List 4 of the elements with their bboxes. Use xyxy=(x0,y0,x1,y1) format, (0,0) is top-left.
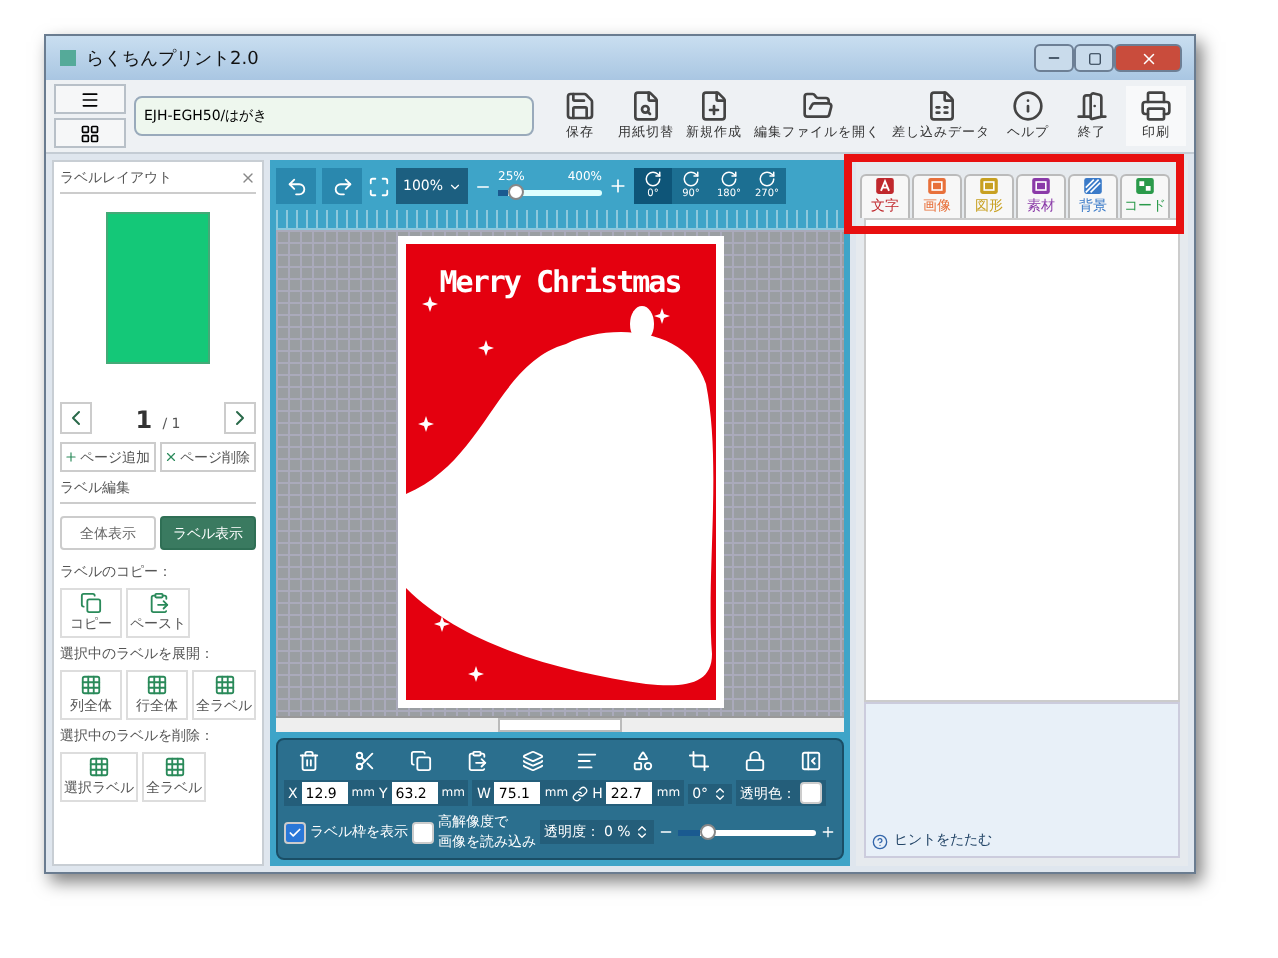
card-title: Merry Christmas xyxy=(437,264,683,300)
page-number: 1 xyxy=(135,406,153,434)
window-title: らくちんプリント2.0 xyxy=(86,46,259,71)
christmas-card[interactable]: Merry Christmas xyxy=(397,236,723,708)
